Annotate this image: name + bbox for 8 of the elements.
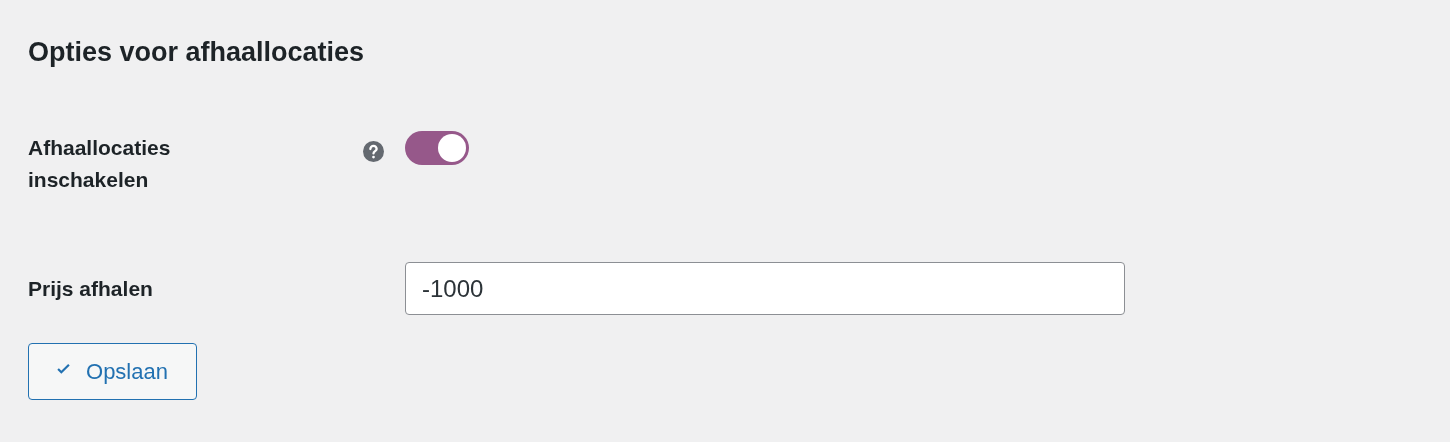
save-button[interactable]: Opslaan	[28, 343, 197, 400]
field-label: Prijs afhalen	[28, 275, 153, 302]
input-field[interactable]: -1000	[405, 262, 1125, 315]
toggle-switch[interactable]	[405, 131, 469, 165]
field-label: Afhaallocaties inschakelen	[28, 135, 172, 193]
checkmark-icon	[57, 363, 70, 374]
help-icon[interactable]	[363, 141, 384, 162]
section-title: Opties voor afhaallocaties	[28, 36, 366, 69]
